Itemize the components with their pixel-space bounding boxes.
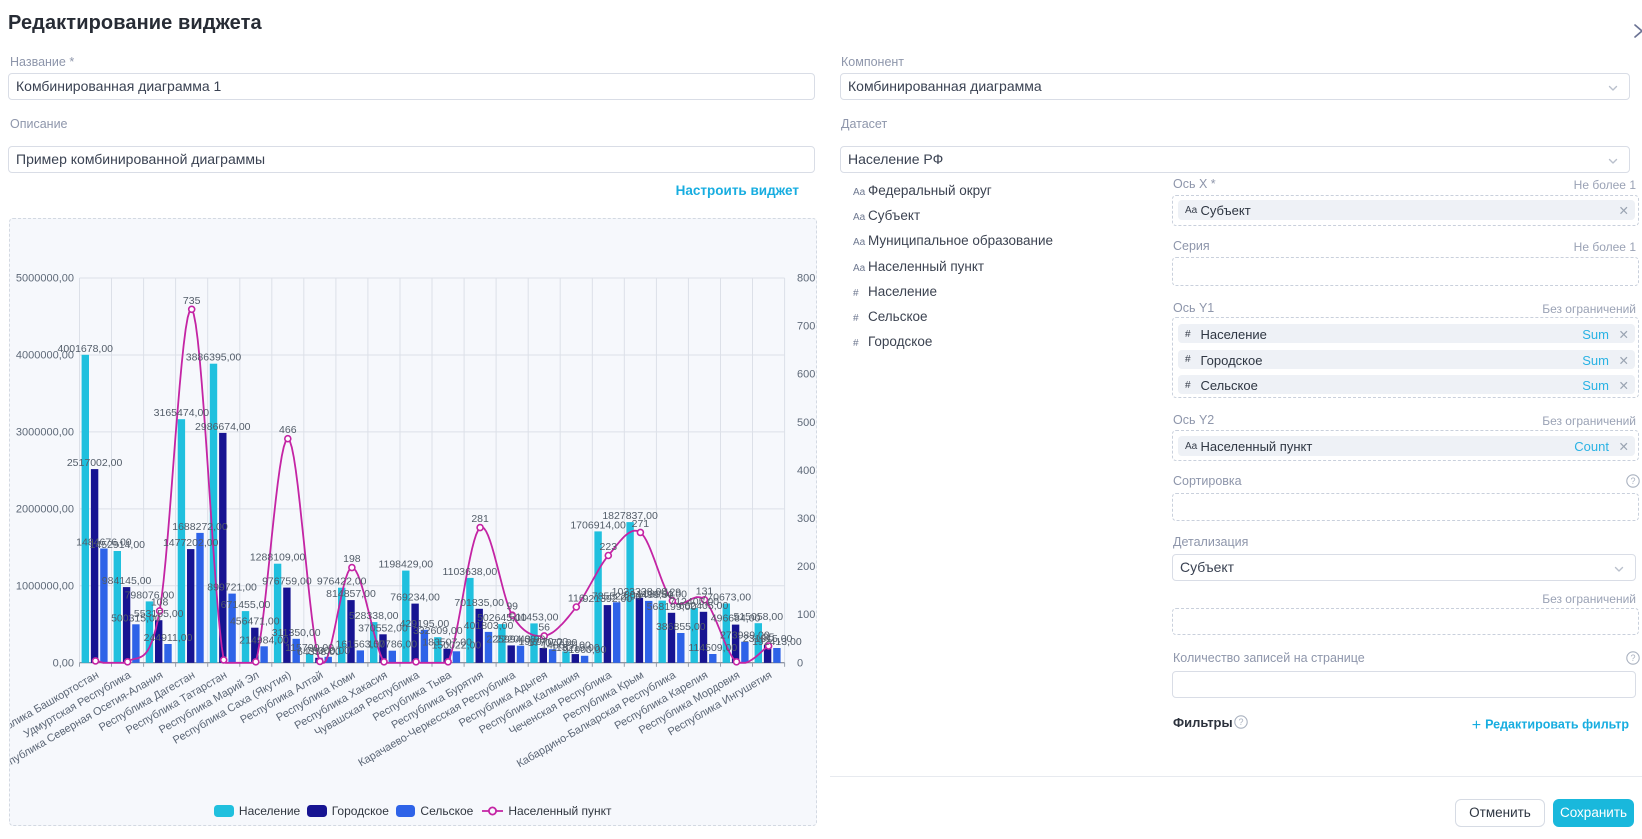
svg-text:2517002,00: 2517002,00: [67, 457, 123, 469]
svg-text:671455,00: 671455,00: [221, 599, 271, 611]
svg-text:116: 116: [568, 593, 585, 605]
svg-text:1452914,00: 1452914,00: [90, 539, 146, 551]
svg-text:701835,00: 701835,00: [454, 597, 504, 609]
svg-text:600: 600: [797, 369, 815, 381]
svg-text:0,00: 0,00: [53, 657, 74, 669]
svg-text:1477202,00: 1477202,00: [163, 537, 219, 549]
svg-text:3165474,00: 3165474,00: [154, 407, 210, 419]
svg-text:1827837,00: 1827837,00: [602, 510, 658, 522]
svg-text:35: 35: [763, 632, 775, 644]
svg-text:814857,00: 814857,00: [326, 588, 376, 600]
svg-text:56: 56: [538, 621, 550, 633]
svg-text:800: 800: [797, 273, 815, 285]
svg-text:976759,00: 976759,00: [262, 576, 312, 588]
svg-text:528338,00: 528338,00: [349, 610, 399, 622]
svg-text:1688272,00: 1688272,00: [172, 521, 228, 533]
svg-text:332609,00: 332609,00: [413, 625, 463, 637]
svg-text:131: 131: [696, 585, 714, 597]
svg-text:?: ?: [1630, 653, 1635, 663]
svg-text:1000000,00: 1000000,00: [16, 580, 74, 592]
svg-text:?: ?: [1238, 717, 1243, 727]
svg-text:3886395,00: 3886395,00: [186, 352, 242, 364]
svg-text:553155,00: 553155,00: [134, 608, 184, 620]
svg-text:700: 700: [797, 321, 815, 333]
svg-text:386855,00: 386855,00: [656, 621, 706, 633]
svg-text:466: 466: [279, 424, 297, 436]
svg-text:198: 198: [343, 553, 361, 565]
svg-text:1103638,00: 1103638,00: [443, 566, 498, 578]
svg-text:192413,00: 192413,00: [752, 636, 802, 648]
svg-text:984145,00: 984145,00: [102, 575, 152, 587]
svg-text:108: 108: [151, 596, 169, 608]
svg-text:99: 99: [506, 601, 518, 613]
svg-text:769234,00: 769234,00: [390, 592, 440, 604]
svg-text:1198429,00: 1198429,00: [378, 559, 433, 571]
svg-text:114509,00: 114509,00: [688, 642, 737, 654]
svg-text:91000,00: 91000,00: [563, 644, 607, 656]
svg-text:0: 0: [797, 657, 803, 669]
svg-text:3000000,00: 3000000,00: [16, 426, 74, 438]
svg-text:271: 271: [632, 518, 650, 530]
svg-text:150022,00: 150022,00: [432, 639, 482, 651]
svg-text:223: 223: [600, 541, 618, 553]
svg-text:976422,00: 976422,00: [317, 576, 367, 588]
svg-text:100: 100: [797, 609, 815, 621]
svg-text:5000000,00: 5000000,00: [16, 273, 74, 285]
svg-text:244911,00: 244911,00: [144, 632, 193, 644]
svg-text:1288109,00: 1288109,00: [250, 552, 306, 564]
svg-text:?: ?: [1630, 476, 1635, 486]
svg-text:899721,00: 899721,00: [207, 582, 257, 594]
svg-text:515058,00: 515058,00: [733, 611, 783, 623]
svg-text:511453,00: 511453,00: [510, 611, 559, 623]
svg-text:157786,00: 157786,00: [367, 639, 417, 651]
svg-text:2000000,00: 2000000,00: [16, 503, 74, 515]
svg-text:735: 735: [183, 295, 201, 307]
svg-text:500: 500: [797, 417, 815, 429]
svg-text:311350,00: 311350,00: [272, 627, 321, 639]
svg-text:2986674,00: 2986674,00: [195, 421, 251, 433]
svg-text:129: 129: [664, 586, 682, 598]
svg-text:400: 400: [797, 465, 815, 477]
svg-text:200: 200: [797, 561, 815, 573]
svg-text:300: 300: [797, 513, 815, 525]
svg-text:4001678,00: 4001678,00: [58, 343, 114, 355]
svg-text:281: 281: [471, 513, 489, 525]
